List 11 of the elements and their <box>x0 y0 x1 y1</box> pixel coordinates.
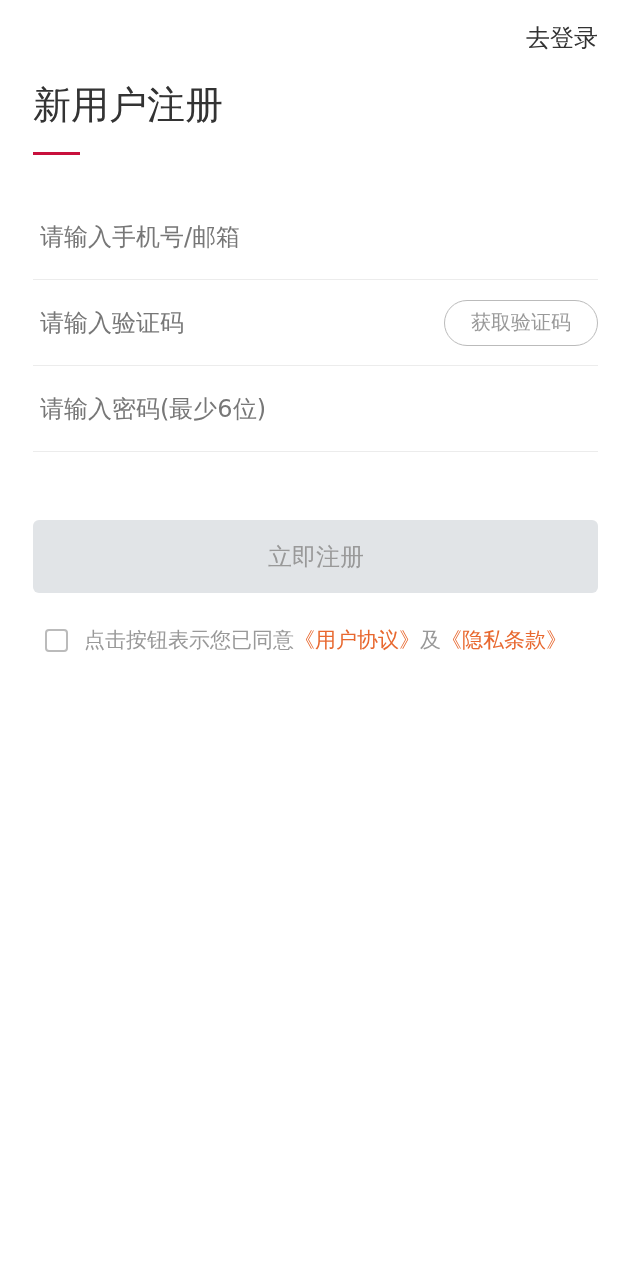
login-link[interactable]: 去登录 <box>526 22 598 54</box>
password-field[interactable]: 请输入密码(最少6位) <box>33 391 598 426</box>
privacy-policy-link[interactable]: 《隐私条款》 <box>441 628 567 652</box>
phone-email-field[interactable]: 请输入手机号/邮箱 <box>33 219 598 254</box>
agreement-text: 点击按钮表示您已同意《用户协议》及《隐私条款》 <box>84 627 567 654</box>
user-agreement-link[interactable]: 《用户协议》 <box>294 628 420 652</box>
page-title: 新用户注册 <box>33 85 223 125</box>
agreement-checkbox[interactable] <box>45 628 68 652</box>
verification-code-field[interactable]: 请输入验证码 <box>33 305 444 340</box>
title-accent-bar <box>33 152 80 155</box>
get-code-button[interactable]: 获取验证码 <box>444 299 598 346</box>
